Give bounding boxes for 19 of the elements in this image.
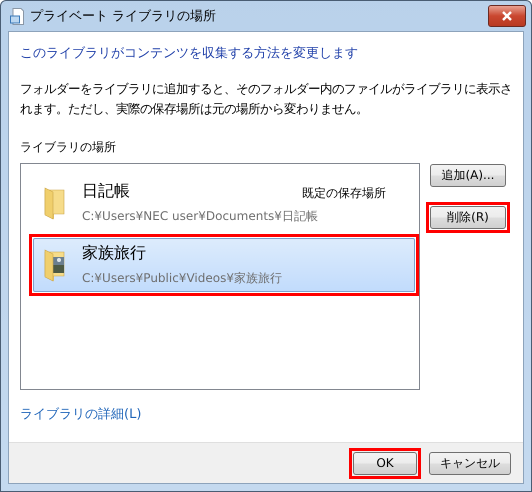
ok-button[interactable]: OK (353, 452, 417, 474)
library-icon (10, 8, 24, 24)
close-button[interactable] (488, 5, 526, 27)
folder-name: 日記帳 (82, 181, 130, 202)
add-button[interactable]: 追加(A)... (430, 164, 506, 187)
window-title: プライベート ライブラリの場所 (30, 8, 218, 25)
library-location-item[interactable]: 日記帳 既定の保存場所 C:¥Users¥NEC user¥Documents¥日記帳 (33, 176, 415, 230)
default-location-label: 既定の保存場所 (302, 185, 386, 202)
description-text: フォルダーをライブラリに追加すると、そのフォルダー内のファイルがライブラリに表示されます。ただし、実際の保存場所は元の場所から変わりません。 (20, 80, 512, 118)
remove-button[interactable]: 削除(R) (430, 206, 506, 229)
section-label: ライブラリの場所 (20, 139, 117, 156)
folder-path: C:¥Users¥NEC user¥Documents¥日記帳 (82, 208, 319, 225)
folder-name: 家族旅行 (82, 243, 146, 264)
folder-path: C:¥Users¥Public¥Videos¥家族旅行 (82, 270, 283, 287)
dialog-heading: このライブラリがコンテンツを収集する方法を変更します (20, 45, 359, 62)
library-details-link[interactable]: ライブラリの詳細(L) (20, 405, 142, 423)
library-location-item[interactable]: 家族旅行 C:¥Users¥Public¥Videos¥家族旅行 (33, 238, 415, 292)
close-icon (501, 11, 513, 21)
cancel-button[interactable]: キャンセル (429, 452, 511, 474)
